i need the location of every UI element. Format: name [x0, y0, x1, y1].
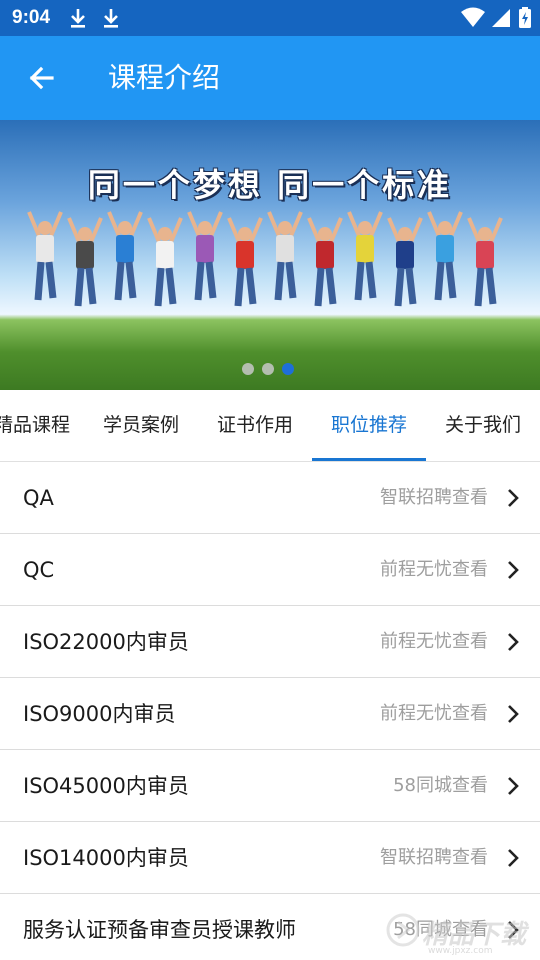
list-item[interactable]: ISO22000内审员 前程无忧查看: [0, 606, 540, 678]
carousel-indicator: [242, 363, 294, 375]
job-title: 服务认证预备审查员授课教师: [23, 918, 296, 942]
jumping-person: [107, 211, 143, 301]
promo-banner-carousel[interactable]: 同一个梦想 同一个标准: [0, 120, 540, 390]
job-source-link: 前程无忧查看: [380, 559, 488, 580]
tab-about-us[interactable]: 关于我们: [434, 390, 532, 462]
cell-signal-icon: [492, 9, 510, 27]
job-title: ISO45000内审员: [23, 774, 189, 798]
watermark-url: www.jpxz.com: [428, 946, 493, 956]
jumping-person: [347, 211, 383, 301]
battery-icon: [519, 7, 531, 28]
list-item[interactable]: ISO14000内审员 智联招聘查看: [0, 822, 540, 894]
tab-certificate-use[interactable]: 证书作用: [206, 390, 304, 462]
watermark-icon: [386, 913, 420, 947]
jumping-person: [267, 211, 303, 301]
jumping-person: [227, 217, 263, 307]
chevron-right-icon: [508, 561, 519, 579]
jumping-person: [147, 217, 183, 307]
jumping-person: [187, 211, 223, 301]
tab-job-recommendations[interactable]: 职位推荐: [320, 390, 418, 462]
list-item[interactable]: ISO45000内审员 58同城查看: [0, 750, 540, 822]
active-tab-indicator: [312, 458, 426, 461]
chevron-right-icon: [508, 705, 519, 723]
category-tabs: 精品课程 学员案例 证书作用 职位推荐 关于我们: [0, 390, 540, 462]
watermark-logo: 精品下载 www.jpxz.com: [386, 906, 536, 956]
jumping-person: [387, 217, 423, 307]
jumping-people-image: [27, 211, 503, 307]
carousel-dot-active[interactable]: [282, 363, 294, 375]
jumping-person: [27, 211, 63, 301]
list-item[interactable]: QA 智联招聘查看: [0, 462, 540, 534]
status-time: 9:04: [12, 7, 51, 28]
jumping-person: [67, 217, 103, 307]
chevron-right-icon: [508, 849, 519, 867]
back-arrow-icon[interactable]: [22, 58, 62, 98]
carousel-dot[interactable]: [242, 363, 254, 375]
job-title: QA: [23, 486, 54, 510]
page-title: 课程介绍: [108, 61, 221, 94]
chevron-right-icon: [508, 489, 519, 507]
chevron-right-icon: [508, 777, 519, 795]
tab-featured-courses[interactable]: 精品课程: [0, 390, 80, 462]
jumping-person: [307, 217, 343, 307]
download-icon: [71, 9, 85, 28]
job-source-link: 智联招聘查看: [380, 487, 488, 508]
job-source-link: 58同城查看: [393, 775, 488, 796]
job-list: QA 智联招聘查看 QC 前程无忧查看 ISO22000内审员 前程无忧查看 I…: [0, 462, 540, 960]
wifi-icon: [461, 7, 485, 27]
tab-student-cases[interactable]: 学员案例: [92, 390, 190, 462]
jumping-person: [427, 211, 463, 301]
download-icon: [104, 9, 118, 28]
job-title: ISO14000内审员: [23, 846, 189, 870]
job-source-link: 前程无忧查看: [380, 703, 488, 724]
jumping-person: [467, 217, 503, 307]
carousel-dot[interactable]: [262, 363, 274, 375]
app-bar: 课程介绍: [0, 36, 540, 120]
list-item[interactable]: ISO9000内审员 前程无忧查看: [0, 678, 540, 750]
job-source-link: 前程无忧查看: [380, 631, 488, 652]
job-source-link: 智联招聘查看: [380, 847, 488, 868]
job-title: ISO22000内审员: [23, 630, 189, 654]
status-bar: 9:04: [0, 0, 540, 36]
chevron-right-icon: [508, 633, 519, 651]
list-item[interactable]: QC 前程无忧查看: [0, 534, 540, 606]
job-title: QC: [23, 558, 55, 582]
job-title: ISO9000内审员: [23, 702, 176, 726]
